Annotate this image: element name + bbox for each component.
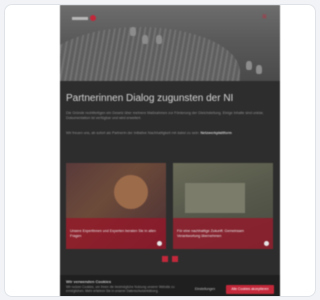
hero-image: ≡ — [60, 5, 280, 81]
pigeon-shape — [246, 61, 252, 70]
intro-paragraph: Die Gründe rechtfertigen ein Gesetz über… — [66, 111, 264, 120]
site-logo[interactable] — [72, 13, 106, 23]
browser-card: ≡ Partnerinnen Dialog zugunsten der NI D… — [4, 4, 316, 297]
slider-pager — [60, 256, 280, 262]
arrow-icon[interactable] — [157, 241, 162, 246]
menu-icon[interactable]: ≡ — [262, 13, 272, 21]
tile-photo-shape — [185, 183, 245, 213]
tile-caption: Unsere Expertinnen und Experten beraten … — [70, 229, 156, 238]
page-headline: Partnerinnen Dialog zugunsten der NI — [66, 93, 234, 104]
partner-link[interactable]: Netzwerkplattform — [200, 131, 231, 135]
cookie-accept-button[interactable]: Alle Cookies akzeptieren — [226, 285, 274, 294]
arrow-icon[interactable] — [264, 241, 269, 246]
tile-caption: Für eine nachhaltige Zukunft: Gemeinsam … — [177, 229, 244, 238]
pigeon-shape — [142, 35, 148, 44]
partner-text: Wir freuen uns, ab sofort als Partnerin … — [66, 131, 201, 135]
cookie-title: Wir verwenden Cookies — [66, 279, 112, 284]
tile-photo-shape — [114, 175, 148, 209]
cookie-banner: Wir verwenden Cookies Wir nutzen Cookies… — [60, 275, 280, 296]
teaser-tile-2[interactable]: Für eine nachhaltige Zukunft: Gemeinsam … — [173, 163, 273, 249]
webpage: ≡ Partnerinnen Dialog zugunsten der NI D… — [60, 5, 280, 296]
pigeon-shape — [156, 35, 162, 44]
teaser-tile-1[interactable]: Unsere Expertinnen und Experten beraten … — [66, 163, 166, 249]
roof-shape — [60, 27, 240, 81]
pigeon-shape — [130, 27, 136, 36]
partner-paragraph: Wir freuen uns, ab sofort als Partnerin … — [66, 131, 274, 136]
cookie-text: Wir nutzen Cookies, um Ihnen die bestmög… — [66, 285, 175, 294]
pager-prev-button[interactable] — [162, 256, 168, 262]
pigeon-shape — [256, 65, 262, 74]
pager-next-button[interactable] — [172, 256, 178, 262]
cookie-settings-button[interactable]: Einstellungen — [190, 286, 220, 293]
